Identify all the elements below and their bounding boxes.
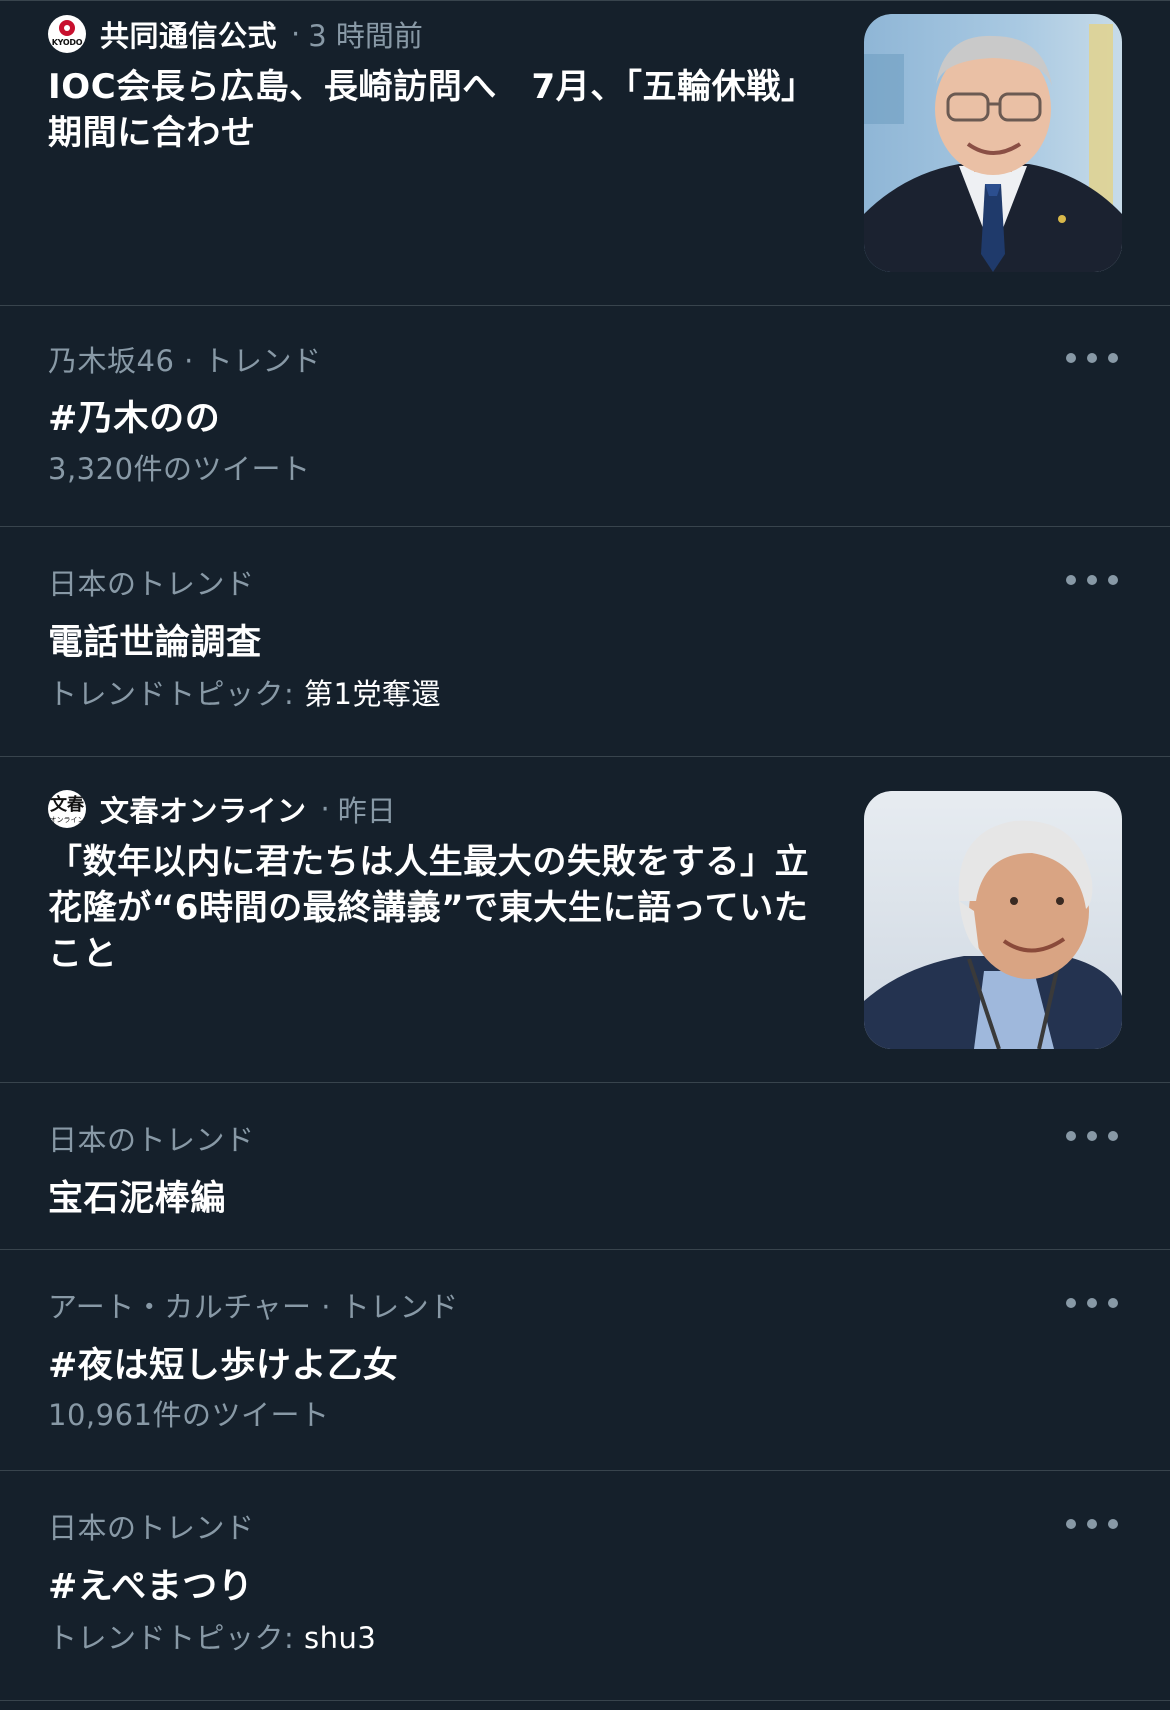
news-time: 3 時間前 (308, 19, 423, 53)
news-item-kyodo[interactable]: KYODO 共同通信公式 · 3 時間前 IOC会長ら広島、長崎訪問へ 7月、「… (0, 0, 1170, 306)
trend-item[interactable]: アート・カルチャー · トレンド #夜は短し歩けよ乙女 10,961件のツイート (0, 1250, 1170, 1471)
more-horizontal-icon[interactable] (1066, 1288, 1118, 1318)
trend-item[interactable]: 日本のトレンド #えぺまつり トレンドトピック: shu3 (0, 1471, 1170, 1701)
news-thumbnail[interactable] (864, 791, 1122, 1049)
news-title[interactable]: IOC会長ら広島、長崎訪問へ 7月、「五輪休戦」期間に合わせ (48, 64, 818, 156)
news-source: 文春 オンライン 文春オンライン · 昨日 (48, 787, 396, 831)
ioc-president-photo-icon (864, 14, 1122, 272)
trend-name[interactable]: 宝石泥棒編 (48, 1170, 226, 1221)
more-horizontal-icon[interactable] (1066, 343, 1118, 373)
trend-topic-prefix: トレンドトピック: (48, 677, 304, 711)
news-source: KYODO 共同通信公式 · 3 時間前 (48, 12, 423, 56)
more-horizontal-icon[interactable] (1066, 565, 1118, 595)
trend-context: 日本のトレンド (48, 1123, 255, 1157)
trend-topic: トレンドトピック: 第1党奪還 (48, 671, 441, 713)
news-source-name[interactable]: 文春オンライン (100, 788, 307, 830)
trend-item[interactable]: 乃木坂46 · トレンド #乃木のの 3,320件のツイート (0, 306, 1170, 527)
trend-context: 乃木坂46 · トレンド (48, 344, 322, 378)
trend-topic-link[interactable]: shu3 (304, 1621, 376, 1655)
trend-name[interactable]: #えぺまつり (48, 1558, 253, 1609)
news-time: 昨日 (337, 794, 396, 828)
news-source-name[interactable]: 共同通信公式 (100, 13, 277, 55)
trend-name[interactable]: #夜は短し歩けよ乙女 (48, 1337, 398, 1388)
trend-context: 日本のトレンド (48, 567, 255, 601)
trend-name[interactable]: #乃木のの (48, 390, 220, 441)
separator: · (320, 792, 330, 826)
bunshun-logo-icon: 文春 オンライン (48, 790, 86, 828)
kyodo-logo-icon: KYODO (48, 15, 86, 53)
trend-context: 日本のトレンド (48, 1511, 255, 1545)
news-title[interactable]: 「数年以内に君たちは人生最大の失敗をする」立花隆が“6時間の最終講義”で東大生に… (48, 839, 818, 977)
trend-name[interactable]: 電話世論調査 (48, 614, 262, 665)
trend-topic-prefix: トレンドトピック: (48, 1621, 304, 1655)
news-thumbnail[interactable] (864, 14, 1122, 272)
trend-item[interactable]: 日本のトレンド 宝石泥棒編 (0, 1083, 1170, 1250)
trend-context: アート・カルチャー · トレンド (48, 1290, 459, 1324)
trend-tweet-count: 10,961件のツイート (48, 1398, 330, 1432)
trend-topic: トレンドトピック: shu3 (48, 1615, 376, 1657)
more-horizontal-icon[interactable] (1066, 1121, 1118, 1151)
tachibana-portrait-photo-icon (864, 791, 1122, 1049)
trend-tweet-count: 3,320件のツイート (48, 452, 311, 486)
trend-item[interactable]: 日本のトレンド 電話世論調査 トレンドトピック: 第1党奪還 (0, 527, 1170, 757)
trend-topic-link[interactable]: 第1党奪還 (304, 677, 441, 711)
more-horizontal-icon[interactable] (1066, 1509, 1118, 1539)
separator: · (291, 17, 301, 51)
news-item-bunshun[interactable]: 文春 オンライン 文春オンライン · 昨日 「数年以内に君たちは人生最大の失敗を… (0, 757, 1170, 1083)
